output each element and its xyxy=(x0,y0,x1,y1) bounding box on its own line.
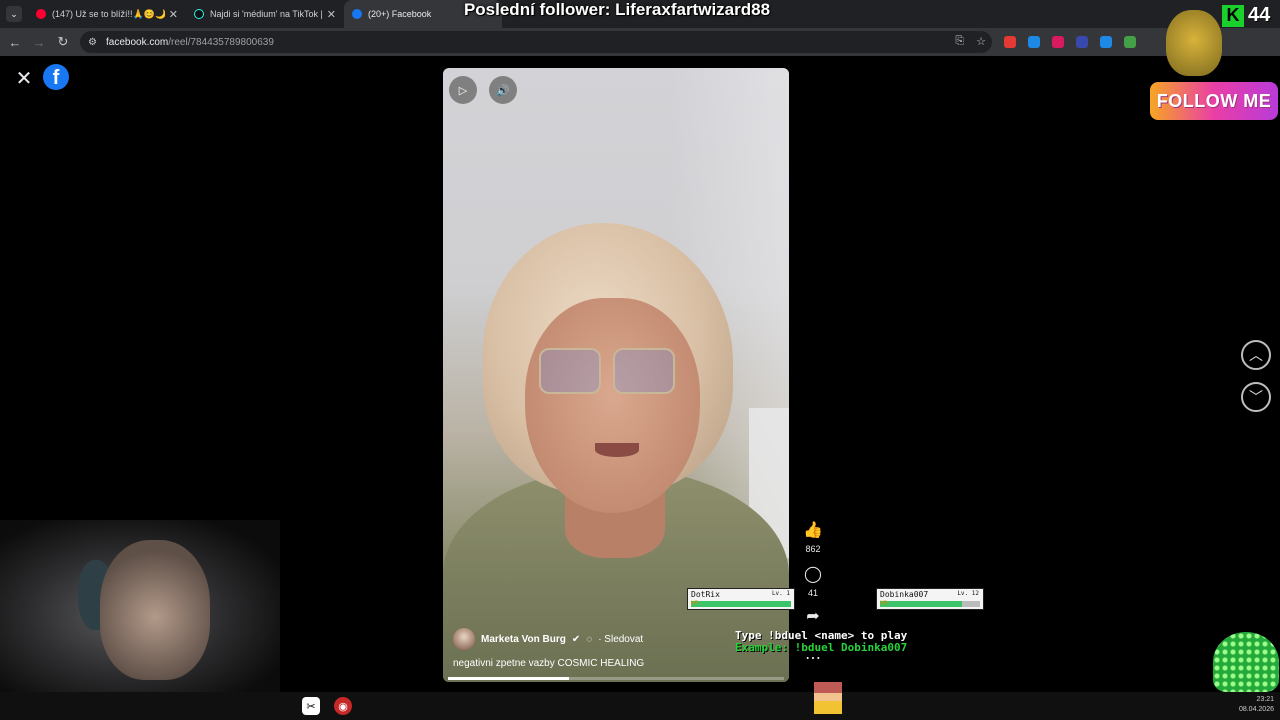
follow-link[interactable]: · Sledovat xyxy=(598,634,643,645)
clock-time: 23:21 xyxy=(1256,696,1274,703)
install-app-icon[interactable]: ⎘ xyxy=(955,35,964,48)
video-person-glasses xyxy=(539,348,679,396)
close-icon[interactable]: ✕ xyxy=(12,66,36,90)
comment-icon[interactable]: ◯ xyxy=(804,566,822,584)
player-name: Dobinka007 xyxy=(880,590,929,599)
system-clock[interactable]: 23:21 08.04.2026 xyxy=(1239,695,1274,715)
globe-icon: ◌ xyxy=(586,633,593,645)
reload-button[interactable]: ↻ xyxy=(52,31,74,53)
tab-search-button[interactable]: ⌄ xyxy=(6,6,22,22)
back-button[interactable]: ← xyxy=(4,31,26,53)
mute-button[interactable]: 🔊 xyxy=(489,76,517,104)
pixel-character-icon xyxy=(814,682,842,714)
url-domain: facebook.com xyxy=(106,36,169,48)
previous-reel-button[interactable]: ︿ xyxy=(1241,340,1271,370)
taskbar: ✂ ◉ 23:21 08.04.2026 xyxy=(0,692,1280,720)
reel-author: Marketa Von Burg ✔ ◌ · Sledovat xyxy=(453,628,643,650)
last-follower-banner: Poslední follower: Liferaxfartwizard88 xyxy=(463,0,771,19)
video-progress-bar[interactable] xyxy=(448,677,784,680)
url-path: /reel/784435789800639 xyxy=(168,36,274,48)
tab-youtube[interactable]: (147) Už se to blíží!!🙏😊🌙 #co ✕ xyxy=(28,0,186,28)
thumbs-up-icon[interactable]: 👍 xyxy=(803,522,823,540)
tab-tiktok[interactable]: Najdi si 'médium' na TikTok | H ✕ xyxy=(186,0,344,28)
player-name: DotRix xyxy=(691,590,720,599)
play-button[interactable]: ▷ xyxy=(449,76,477,104)
hp-bar: HP: xyxy=(880,600,980,607)
hp-fill xyxy=(880,601,962,607)
screen: ⌄ (147) Už se to blíží!!🙏😊🌙 #co ✕ Najdi … xyxy=(0,0,1280,720)
toad-mascot-icon xyxy=(1166,10,1222,76)
youtube-icon xyxy=(36,9,46,19)
pixel-tree-icon xyxy=(1213,632,1279,692)
hp-label: HP: xyxy=(691,600,702,607)
kick-follower-badge: K 44 xyxy=(1222,4,1270,27)
comment-action[interactable]: ◯ 41 xyxy=(800,566,826,598)
like-count: 862 xyxy=(805,544,821,554)
extension-icon[interactable] xyxy=(1004,36,1016,48)
comment-count: 41 xyxy=(807,588,818,598)
share-action[interactable]: ➦ xyxy=(800,608,826,626)
streamer-head xyxy=(100,540,210,680)
video-person-face xyxy=(525,298,700,513)
follow-me-banner: FOLLOW ME xyxy=(1150,82,1278,120)
chevron-down-icon: ﹀ xyxy=(1249,389,1263,405)
obs-icon[interactable]: ◉ xyxy=(334,697,352,715)
close-tab-icon[interactable]: ✕ xyxy=(169,8,178,21)
duel-player-card: Dobinka007 Lv. 12 HP: xyxy=(876,588,984,610)
video-person-mouth xyxy=(595,443,639,457)
extension-icon[interactable] xyxy=(1076,36,1088,48)
hp-label: HP: xyxy=(880,600,891,607)
video-progress-fill xyxy=(448,677,569,680)
chevron-down-icon: ⌄ xyxy=(10,8,18,19)
address-bar[interactable]: ⚙ facebook.com/reel/784435789800639 ⎘ ☆ xyxy=(80,31,992,53)
duel-example: Example: !bduel Dobinka007 xyxy=(735,641,908,654)
tab-title: (147) Už se to blíží!!🙏😊🌙 #co xyxy=(52,8,165,19)
site-info-icon[interactable]: ⚙ xyxy=(88,36,100,48)
clock-date: 08.04.2026 xyxy=(1238,706,1274,713)
extension-icon[interactable] xyxy=(1052,36,1064,48)
author-name[interactable]: Marketa Von Burg xyxy=(481,634,566,645)
speaker-icon: 🔊 xyxy=(496,84,510,97)
verified-icon: ✔ xyxy=(571,633,581,645)
duel-player-card: DotRix Lv. 1 HP: xyxy=(687,588,795,610)
tiktok-icon xyxy=(194,9,204,19)
hp-bar: HP: xyxy=(691,600,791,607)
next-reel-button[interactable]: ﹀ xyxy=(1241,382,1271,412)
chevron-up-icon: ︿ xyxy=(1249,347,1263,363)
reel-caption: negativni zpetne vazby COSMIC HEALING xyxy=(453,658,645,669)
extension-icon[interactable] xyxy=(1028,36,1040,48)
capcut-icon[interactable]: ✂ xyxy=(302,697,320,715)
follower-count: 44 xyxy=(1248,4,1271,26)
close-tab-icon[interactable]: ✕ xyxy=(327,8,336,21)
facebook-icon xyxy=(352,9,362,19)
share-icon[interactable]: ➦ xyxy=(806,608,819,626)
forward-button[interactable]: → xyxy=(28,31,50,53)
play-icon: ▷ xyxy=(458,84,468,97)
avatar[interactable] xyxy=(453,628,475,650)
player-level: Lv. 1 xyxy=(771,590,790,597)
player-level: Lv. 12 xyxy=(957,590,979,597)
tab-title: Najdi si 'médium' na TikTok | H xyxy=(210,9,323,19)
browser-toolbar: ← → ↻ ⚙ facebook.com/reel/78443578980063… xyxy=(0,28,1280,56)
facebook-logo-icon[interactable]: f xyxy=(43,64,69,90)
extension-icon[interactable] xyxy=(1100,36,1112,48)
hp-fill xyxy=(691,601,791,607)
bookmark-star-icon[interactable]: ☆ xyxy=(976,35,986,48)
extension-icon[interactable] xyxy=(1124,36,1136,48)
like-action[interactable]: 👍 862 xyxy=(800,522,826,554)
kick-logo-icon: K xyxy=(1222,4,1244,27)
